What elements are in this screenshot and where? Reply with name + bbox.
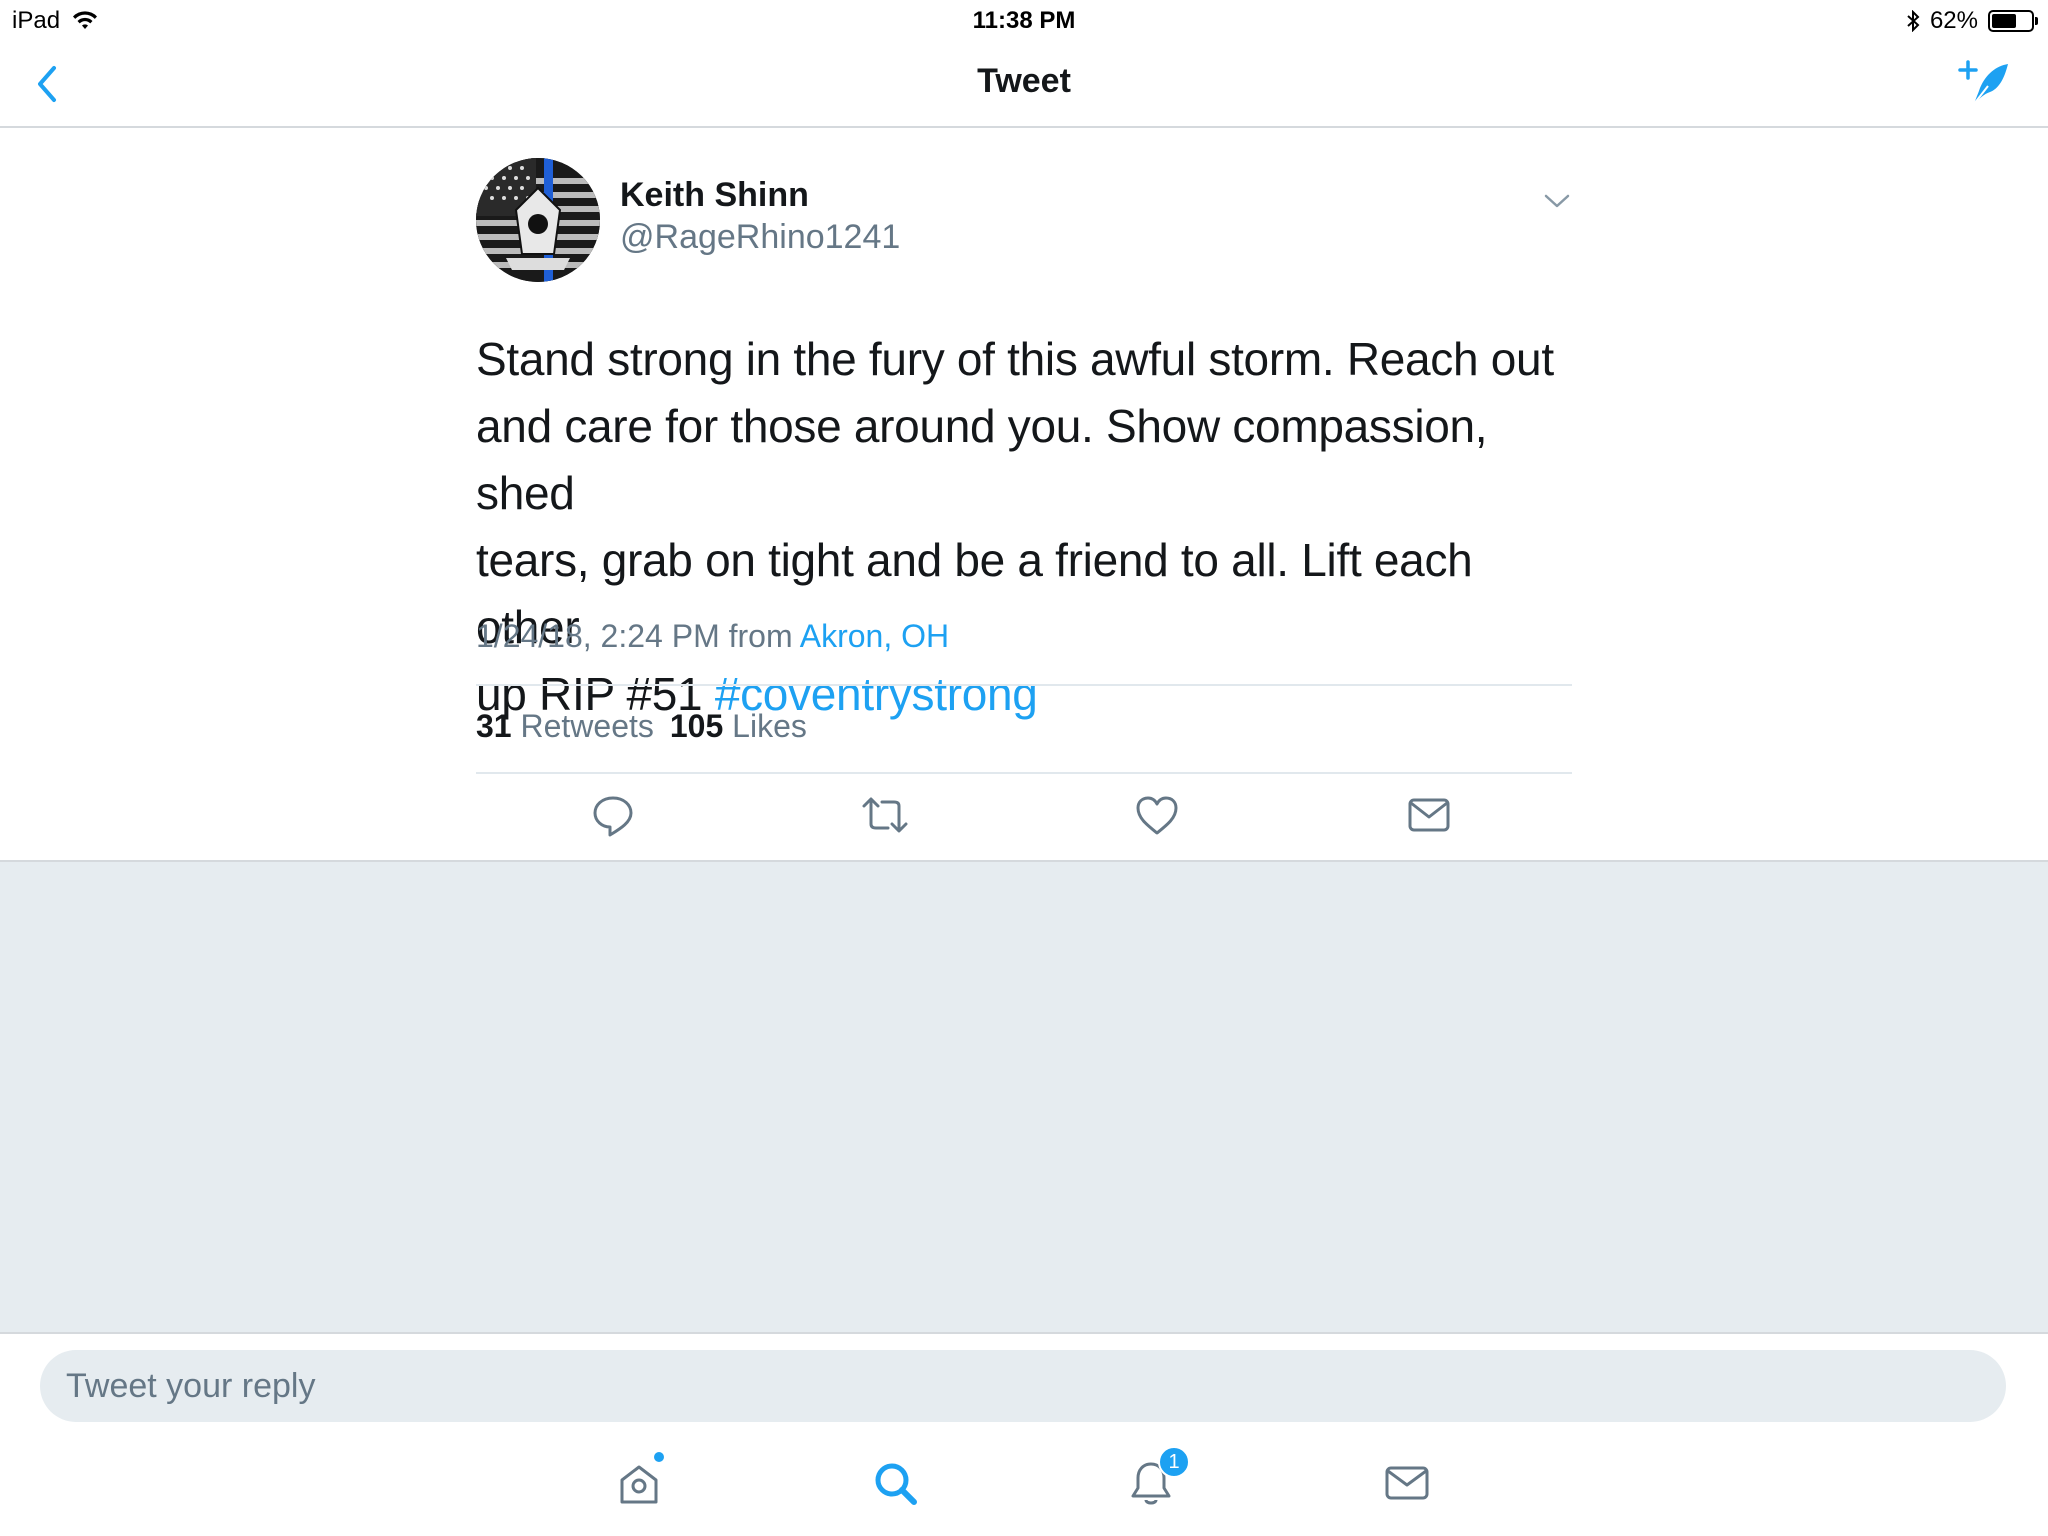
tab-search[interactable] xyxy=(870,1458,920,1508)
tab-home[interactable] xyxy=(614,1452,664,1508)
like-count: 105 xyxy=(669,708,724,744)
tweet-timestamp: 1/24/18, 2:24 PM xyxy=(476,618,720,654)
tweet-content: Keith Shinn @RageRhino1241 Stand strong … xyxy=(476,130,1572,860)
tab-messages[interactable] xyxy=(1382,1458,1432,1508)
retweet-icon xyxy=(862,797,908,833)
battery-fill xyxy=(1992,14,2016,28)
reply-input[interactable] xyxy=(40,1350,2006,1422)
retweets-stat[interactable]: 31 Retweets xyxy=(476,708,654,745)
direct-message-button[interactable] xyxy=(1404,790,1454,840)
tweet-text: Stand strong in the fury of this awful s… xyxy=(476,326,1572,728)
retweet-button[interactable] xyxy=(860,790,910,840)
battery-icon xyxy=(1988,10,2038,32)
reply-button[interactable] xyxy=(588,790,638,840)
tweet-text-line: and care for those around you. Show comp… xyxy=(476,400,1488,519)
status-bar: iPad 11:38 PM 62% xyxy=(0,0,2048,40)
page-title: Tweet xyxy=(977,62,1071,100)
avatar[interactable] xyxy=(476,158,600,282)
reply-icon xyxy=(593,796,633,837)
nav-bar: Tweet xyxy=(0,40,2048,128)
direct-message-icon xyxy=(1408,798,1450,832)
location-link[interactable]: Akron, OH xyxy=(800,618,949,654)
bluetooth-icon xyxy=(1907,10,1920,32)
divider xyxy=(476,684,1572,686)
tab-bar: 1 xyxy=(0,1422,2048,1536)
new-tweets-dot xyxy=(654,1452,664,1462)
author-handle[interactable]: @RageRhino1241 xyxy=(620,218,900,257)
reply-bar xyxy=(0,1332,2048,1422)
avatar-image xyxy=(476,158,600,282)
retweet-label: Retweets xyxy=(520,708,654,744)
retweet-count: 31 xyxy=(476,708,512,744)
divider xyxy=(476,772,1572,774)
chevron-down-icon xyxy=(1544,194,1570,208)
tweet-stats: 31 Retweets 105 Likes xyxy=(476,708,807,745)
home-icon xyxy=(620,1465,658,1504)
status-time: 11:38 PM xyxy=(972,7,1076,34)
like-label: Likes xyxy=(732,708,807,744)
status-right: 62% xyxy=(1906,7,2038,35)
compose-tweet-icon xyxy=(1958,60,2008,105)
tab-notifications[interactable]: 1 xyxy=(1126,1446,1190,1508)
like-icon xyxy=(1136,796,1178,835)
tweet-actions xyxy=(476,790,1572,840)
author-name[interactable]: Keith Shinn xyxy=(620,176,809,215)
tweet-meta: 1/24/18, 2:24 PM from Akron, OH xyxy=(476,618,949,655)
search-icon xyxy=(875,1463,917,1505)
tweet-options-button[interactable] xyxy=(1542,190,1572,212)
from-label: from xyxy=(728,618,793,654)
like-button[interactable] xyxy=(1132,790,1182,840)
tweet-text-line: Stand strong in the fury of this awful s… xyxy=(476,333,1554,385)
likes-stat[interactable]: 105 Likes xyxy=(670,708,807,745)
notification-badge: 1 xyxy=(1158,1446,1190,1478)
messages-icon xyxy=(1385,1466,1429,1500)
compose-tweet-button[interactable] xyxy=(1958,58,2012,108)
tweet-detail: Keith Shinn @RageRhino1241 Stand strong … xyxy=(0,130,2048,860)
battery-percent: 62% xyxy=(1929,7,1978,34)
replies-area xyxy=(0,860,2048,1332)
